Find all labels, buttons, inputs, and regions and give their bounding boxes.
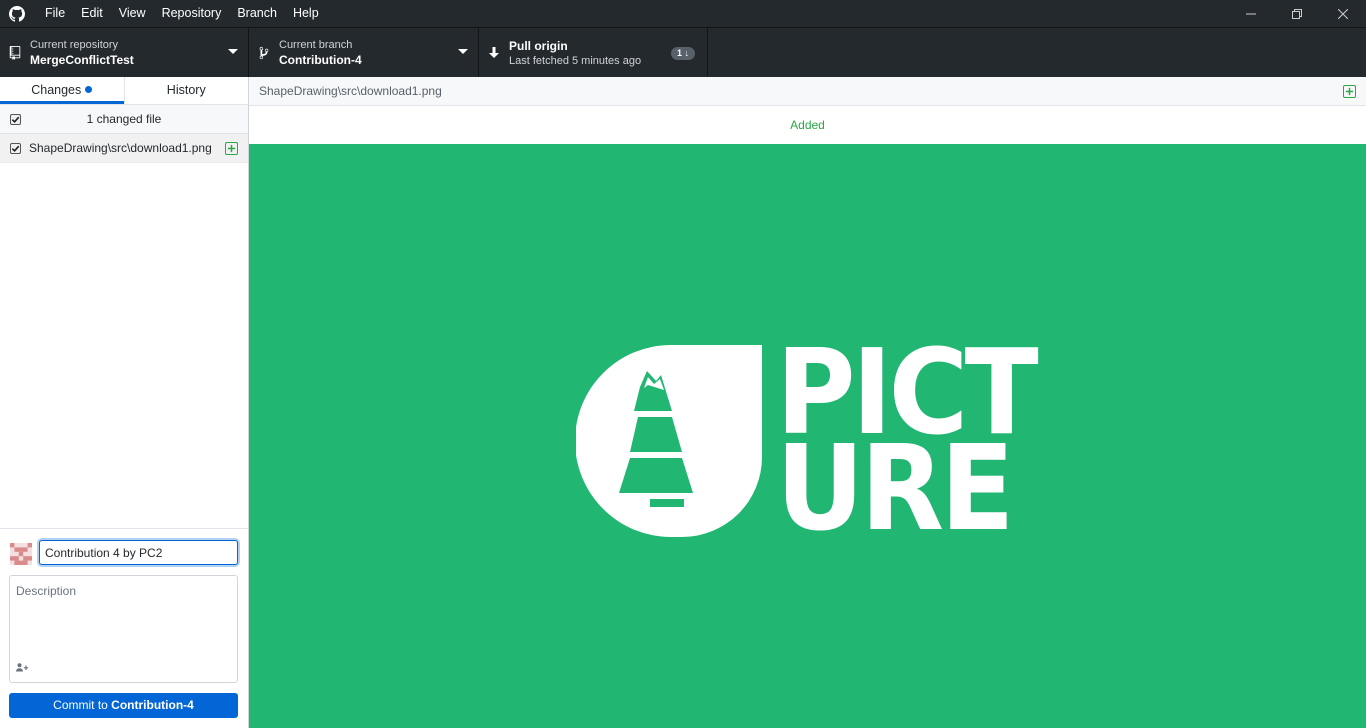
tab-changes-label: Changes [31, 83, 82, 97]
pull-count-badge: 1 ↓ [670, 47, 695, 60]
restore-icon [1292, 8, 1302, 19]
repo-icon [0, 45, 30, 60]
logo-text-line2: URE [776, 419, 1015, 557]
menu-help[interactable]: Help [285, 0, 327, 27]
file-added-icon [1343, 84, 1356, 98]
repository-name: MergeConflictTest [30, 52, 134, 67]
commit-form: Description Commit to Contribution-4 [0, 528, 248, 728]
image-preview: PICT URE [249, 144, 1366, 728]
menu-branch[interactable]: Branch [229, 0, 285, 27]
commit-button-prefix: Commit to [53, 698, 112, 712]
add-coauthor-icon[interactable] [16, 661, 29, 675]
menu-file[interactable]: File [34, 0, 73, 27]
title-bar: File Edit View Repository Branch Help [0, 0, 1366, 27]
checkmark-icon [11, 145, 20, 152]
tab-changes[interactable]: Changes [0, 77, 124, 104]
tab-history-label: History [166, 83, 206, 97]
minimize-button[interactable] [1228, 0, 1274, 27]
chevron-down-icon [458, 49, 468, 54]
diff-status-label: Added [249, 106, 1366, 144]
file-path: ShapeDrawing\src\download1.png [29, 141, 212, 155]
branch-icon [249, 46, 279, 60]
commit-button-branch: Contribution-4 [111, 698, 194, 712]
changed-files-count: 1 changed file [86, 112, 162, 126]
arrow-down-small-icon: ↓ [684, 48, 690, 58]
arrow-down-icon [479, 46, 509, 59]
chevron-down-icon [228, 49, 238, 54]
changes-header: 1 changed file [0, 105, 248, 134]
toolbar: Current repository MergeConflictTest Cur… [0, 27, 1366, 77]
branch-label: Current branch [279, 38, 353, 51]
branch-name: Contribution-4 [279, 52, 362, 67]
close-icon [1338, 8, 1348, 19]
list-item[interactable]: ShapeDrawing\src\download1.png [0, 134, 248, 163]
pull-text: Pull origin Last fetched 5 minutes ago [509, 38, 641, 68]
window-controls [1228, 0, 1366, 27]
diff-file-path: ShapeDrawing\src\download1.png [259, 84, 442, 98]
repository-label: Current repository [30, 38, 119, 51]
commit-description-field[interactable]: Description [9, 575, 238, 683]
menu-edit[interactable]: Edit [73, 0, 111, 27]
diff-header: ShapeDrawing\src\download1.png [249, 77, 1366, 106]
tree-badge-icon [576, 345, 762, 537]
sidebar-tabs: Changes History [0, 77, 248, 105]
pull-origin-button[interactable]: Pull origin Last fetched 5 minutes ago 1… [479, 28, 708, 77]
branch-text: Current branch Contribution-4 [279, 38, 362, 68]
menu-bar: File Edit View Repository Branch Help [34, 0, 327, 27]
changes-indicator-dot [85, 86, 93, 94]
repository-text: Current repository MergeConflictTest [30, 38, 134, 68]
tab-history[interactable]: History [123, 77, 249, 104]
file-checkbox[interactable] [10, 142, 21, 154]
menu-repository[interactable]: Repository [154, 0, 230, 27]
description-placeholder: Description [16, 584, 77, 598]
close-button[interactable] [1320, 0, 1366, 27]
sidebar: Changes History 1 changed file ShapeDraw… [0, 77, 249, 728]
picture-logo: PICT URE [576, 333, 1046, 557]
file-added-icon [225, 141, 238, 155]
menu-view[interactable]: View [111, 0, 154, 27]
avatar [10, 543, 32, 565]
repository-selector[interactable]: Current repository MergeConflictTest [0, 28, 249, 77]
pull-title: Pull origin [509, 38, 568, 53]
commit-summary-input[interactable] [39, 540, 238, 565]
pull-count: 1 [676, 48, 682, 58]
last-fetched: Last fetched 5 minutes ago [509, 54, 642, 67]
github-logo-icon[interactable] [0, 0, 34, 27]
commit-button[interactable]: Commit to Contribution-4 [9, 693, 238, 718]
minimize-icon [1246, 13, 1256, 14]
restore-button[interactable] [1274, 0, 1320, 27]
branch-selector[interactable]: Current branch Contribution-4 [249, 28, 479, 77]
